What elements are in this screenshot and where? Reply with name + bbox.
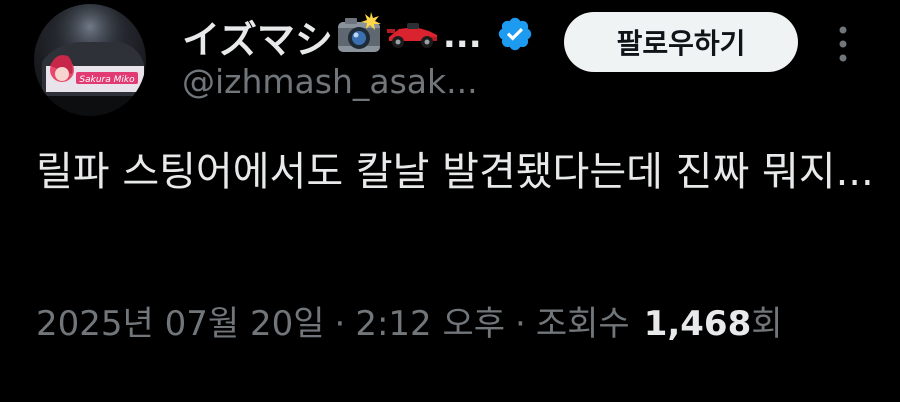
views-suffix: 회: [751, 304, 783, 344]
views-label: 조회수: [535, 304, 630, 344]
follow-button[interactable]: 팔로우하기: [564, 12, 798, 72]
racing-car-emoji-icon: [385, 17, 439, 55]
camera-flash-emoji-icon: [335, 12, 383, 60]
author-name-row[interactable]: イズマシ ...: [182, 12, 534, 62]
more-options-button[interactable]: [828, 22, 858, 66]
views-count[interactable]: 1,468: [644, 304, 752, 344]
meta-separator: ·: [515, 304, 526, 344]
author-display-name[interactable]: イズマシ: [182, 9, 333, 64]
verified-badge-icon[interactable]: [496, 15, 534, 57]
tweet-meta: 2025년 07월 20일 · 2:12 오후 · 조회수 1,468 회: [36, 296, 783, 345]
author-avatar[interactable]: Sakura Miko: [34, 4, 146, 116]
tweet-text: 릴파 스팅어에서도 칼날 발견됐다는데 진짜 뭐지...: [36, 149, 874, 195]
author-handle[interactable]: @izhmash_asak...: [182, 62, 478, 101]
tweet-time[interactable]: 2:12 오후: [355, 296, 505, 345]
avatar-decal-text: Sakura Miko: [79, 75, 135, 85]
meta-separator: ·: [334, 304, 346, 344]
tweet-date[interactable]: 2025년 07월 20일: [36, 296, 325, 345]
more-vertical-icon: [839, 26, 847, 62]
name-truncation: ...: [442, 16, 482, 56]
